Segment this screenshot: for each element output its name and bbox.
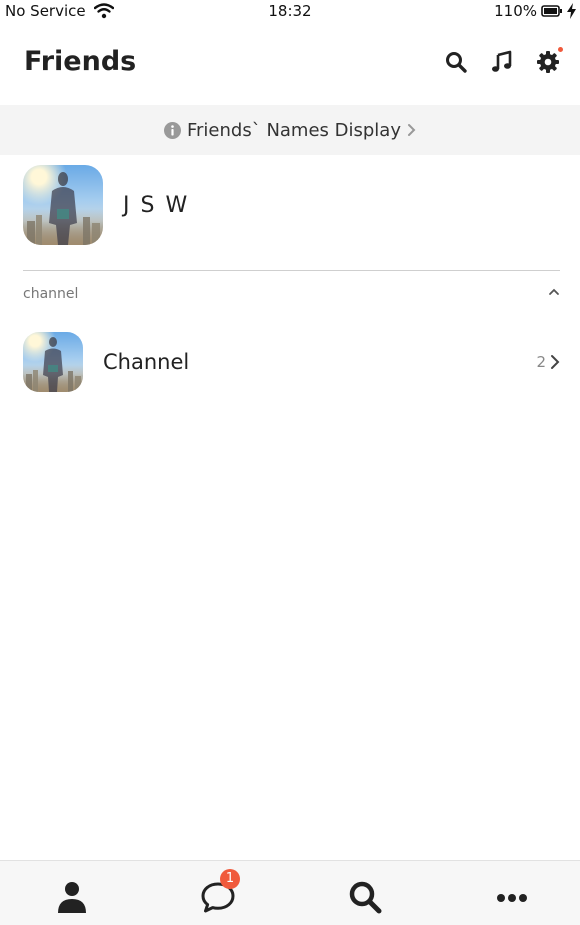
tab-more[interactable] [494, 879, 530, 915]
settings-button[interactable] [536, 47, 563, 74]
more-icon [497, 894, 527, 902]
channel-avatar [23, 332, 83, 392]
bottom-nav: 1 [0, 860, 580, 925]
channel-list-item[interactable]: Channel 2 [23, 332, 560, 392]
notification-dot [558, 47, 563, 52]
search-icon [349, 881, 382, 914]
profile-name: J S W [123, 193, 190, 218]
tab-search[interactable] [347, 879, 383, 915]
music-icon [492, 50, 512, 72]
person-silhouette-image [27, 172, 100, 245]
clock-text: 18:32 [268, 2, 312, 20]
battery-icon [541, 5, 562, 17]
tab-contacts[interactable] [54, 879, 90, 915]
channel-name: Channel [103, 350, 190, 374]
header: Friends [0, 40, 580, 88]
info-icon [163, 121, 181, 139]
names-display-label: Friends` Names Display [186, 119, 401, 141]
page-title: Friends [24, 46, 137, 77]
chevron-right-icon [551, 355, 560, 369]
my-profile[interactable]: J S W [23, 165, 560, 245]
chevron-up-icon [549, 288, 559, 295]
divider [23, 270, 560, 271]
search-button[interactable] [444, 50, 468, 74]
channel-section-header[interactable]: channel [23, 284, 560, 306]
names-display-bar[interactable]: Friends` Names Display [0, 105, 580, 155]
charging-icon [567, 3, 576, 19]
music-button[interactable] [490, 50, 514, 74]
tab-chat[interactable]: 1 [200, 869, 240, 915]
section-label: channel [23, 286, 79, 302]
settings-icon [537, 51, 559, 73]
battery-text: 110% [494, 2, 537, 20]
contacts-icon [58, 882, 86, 913]
chevron-right-icon [408, 124, 416, 136]
person-silhouette-image [26, 337, 81, 392]
avatar [23, 165, 103, 245]
status-bar: No Service 18:32 110% [0, 0, 580, 22]
channel-count: 2 [536, 353, 546, 371]
unread-badge: 1 [220, 869, 240, 889]
search-icon [446, 52, 467, 73]
